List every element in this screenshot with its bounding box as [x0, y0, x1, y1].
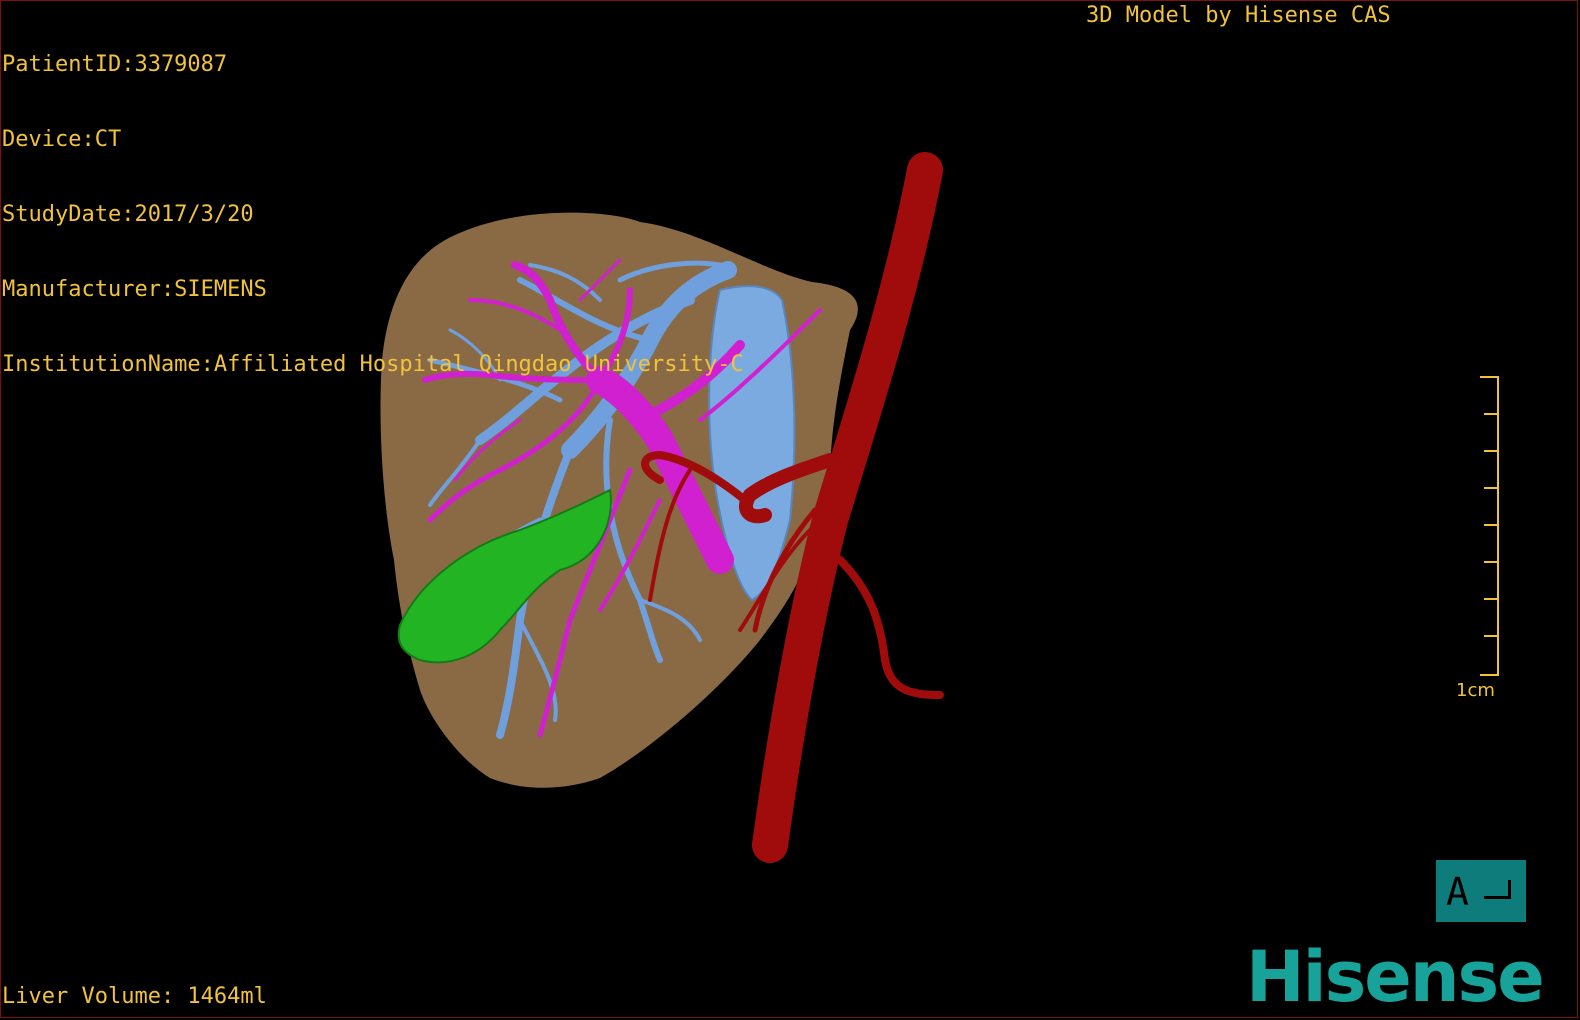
scale-bar: [1480, 376, 1499, 676]
orientation-cube-button[interactable]: A: [1436, 860, 1526, 922]
hisense-logo: Hisense: [1246, 936, 1545, 1018]
study-date: StudyDate:2017/3/20: [2, 202, 254, 227]
liver-volume-readout: Liver Volume: 1464ml: [2, 984, 267, 1009]
model-credit: 3D Model by Hisense CAS: [1086, 3, 1391, 28]
orientation-axis-icon: [1484, 880, 1511, 899]
dicom-info-overlay: PatientID:3379087 Device:CT StudyDate:20…: [2, 2, 744, 402]
manufacturer: Manufacturer:SIEMENS: [2, 277, 267, 302]
institution-name: InstitutionName:Affiliated Hospital Qing…: [2, 352, 744, 377]
device: Device:CT: [2, 127, 122, 152]
scale-bar-label: 1cm: [1456, 680, 1495, 701]
patient-id: PatientID:3379087: [2, 52, 228, 77]
orientation-letter: A: [1446, 870, 1469, 914]
